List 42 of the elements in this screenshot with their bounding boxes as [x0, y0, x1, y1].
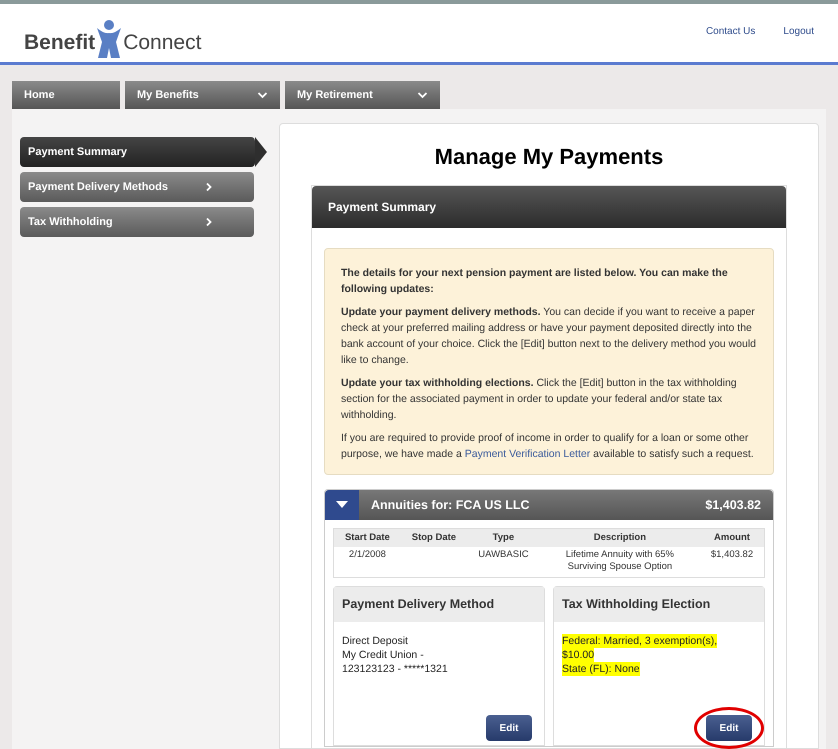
column-header: Type — [467, 528, 540, 548]
table-cell: 2/1/2008 — [348, 549, 386, 560]
panel-header: Payment Summary — [312, 186, 786, 228]
card-header: Tax Withholding Election — [554, 587, 764, 622]
header-link[interactable]: Logout — [783, 24, 814, 39]
column-header: Description — [540, 528, 700, 548]
info-paragraph: Update your tax withholding elections. Click the [Edit] button in the tax withholding section for the associated payment in order to update your federal and/or state tax withholding. — [341, 376, 738, 423]
table-cell-text: Lifetime Annuity with 65% Surviving Spouse Option — [564, 549, 676, 574]
column-header: Start Date — [334, 528, 401, 548]
header-link[interactable]: Contact Us — [706, 24, 756, 39]
chevron-down-icon — [417, 91, 428, 99]
edit-button[interactable]: Edit — [706, 715, 752, 742]
info-paragraph: The details for your next pension payment are listed below. You can make the following updates: — [341, 266, 729, 297]
chevron-right-icon — [204, 217, 214, 227]
card-header: Payment Delivery Method — [334, 587, 544, 622]
info-paragraph: If you are required to provide proof of income in order to qualify for a loan or some other purpose, we have made a Payment Verification Letter available to satisfy such a request. — [341, 431, 755, 462]
table-cell: UAWBASIC — [478, 549, 529, 560]
nav-tab[interactable]: Home — [12, 81, 120, 109]
sidebar-item[interactable]: Payment Summary — [20, 137, 256, 167]
caret-icon — [336, 501, 348, 509]
verification-letter-link[interactable]: Payment Verification Letter — [464, 448, 590, 460]
column-header: Stop Date — [400, 528, 468, 548]
chevron-down-icon — [257, 91, 268, 99]
annuity-title: Annuities for: FCA US LLC — [371, 496, 530, 514]
pointer-icon — [255, 137, 267, 167]
logo[interactable]: Benefit Connect — [24, 20, 202, 58]
person-icon — [96, 20, 122, 58]
card-line: Direct Deposit — [342, 634, 408, 648]
sidebar-item[interactable]: Payment Delivery Methods — [20, 172, 254, 202]
nav-tab[interactable]: My Benefits — [125, 81, 280, 109]
card-line: 123123123 - *****1321 — [342, 662, 448, 676]
table-cell: $1,403.82 — [710, 549, 754, 560]
chevron-right-icon — [204, 182, 214, 192]
nav-tab[interactable]: My Retirement — [285, 81, 440, 109]
card-line: My Credit Union - — [342, 648, 424, 662]
sidebar-item[interactable]: Tax Withholding — [20, 207, 254, 237]
edit-button[interactable]: Edit — [486, 715, 532, 742]
column-header: Amount — [700, 528, 764, 548]
info-paragraph: Update your payment delivery methods. You can decide if you want to receive a paper check at your preferred mailing address or have your payment deposited directly into the bank account of your choice. Click the [Edit] button next to the delivery method you would like to change. — [341, 305, 757, 368]
page-title: Manage My Payments — [434, 143, 664, 171]
collapse-button[interactable] — [325, 490, 359, 520]
annuity-amount: $1,403.82 — [705, 496, 761, 514]
